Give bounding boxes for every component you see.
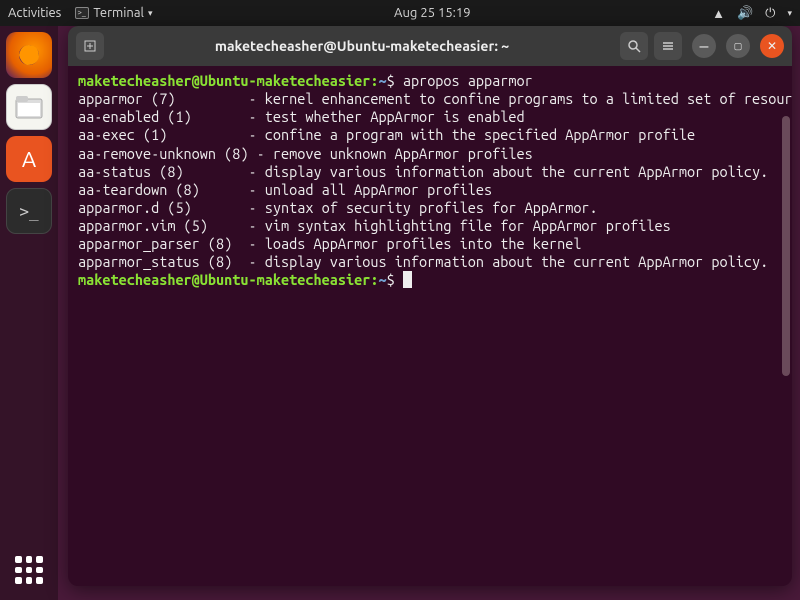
- window-titlebar[interactable]: maketecheasher@Ubuntu-maketecheasier: ~ …: [68, 26, 792, 66]
- scrollbar[interactable]: [782, 116, 790, 376]
- dock-files[interactable]: [6, 84, 52, 130]
- clock[interactable]: Aug 25 15:19: [152, 6, 712, 20]
- network-icon[interactable]: ▲: [712, 6, 725, 21]
- output-line: apparmor.vim (5) - vim syntax highlighti…: [78, 217, 671, 234]
- minimize-button[interactable]: ‒: [692, 34, 716, 58]
- activities-button[interactable]: Activities: [8, 6, 61, 20]
- dock-software[interactable]: A: [6, 136, 52, 182]
- dock: A >_: [0, 26, 58, 600]
- app-menu[interactable]: >_ Terminal ▾: [75, 6, 152, 20]
- prompt-path: ~: [378, 72, 386, 89]
- cursor: [403, 271, 412, 288]
- command-text: apropos apparmor: [403, 72, 533, 89]
- terminal-small-icon: >_: [75, 7, 89, 19]
- prompt-user-host: maketecheasher@Ubuntu-maketecheasier: [78, 72, 370, 89]
- output-line: apparmor_status (8) - display various in…: [78, 253, 768, 270]
- terminal-window: maketecheasher@Ubuntu-maketecheasier: ~ …: [68, 26, 792, 586]
- window-title: maketecheasher@Ubuntu-maketecheasier: ~: [110, 38, 614, 54]
- maximize-button[interactable]: ▢: [726, 34, 750, 58]
- close-button[interactable]: ✕: [760, 34, 784, 58]
- output-line: aa-exec (1) - confine a program with the…: [78, 126, 695, 143]
- output-line: apparmor (7) - kernel enhancement to con…: [78, 90, 792, 107]
- prompt-symbol: $: [387, 72, 395, 89]
- gnome-topbar: Activities >_ Terminal ▾ Aug 25 15:19 ▲ …: [0, 0, 800, 26]
- show-applications-button[interactable]: [9, 550, 49, 590]
- new-tab-button[interactable]: [76, 32, 104, 60]
- prompt-user-host: maketecheasher@Ubuntu-maketecheasier: [78, 271, 370, 288]
- prompt-path: ~: [378, 271, 386, 288]
- app-menu-label: Terminal: [93, 6, 144, 20]
- close-icon: ✕: [767, 39, 777, 53]
- chevron-down-icon[interactable]: ▾: [787, 8, 792, 19]
- volume-icon[interactable]: 🔊: [737, 6, 753, 21]
- dock-terminal[interactable]: >_: [6, 188, 52, 234]
- shopping-bag-icon: A: [22, 147, 36, 172]
- power-icon[interactable]: ⏻: [765, 6, 775, 21]
- output-line: apparmor.d (5) - syntax of security prof…: [78, 199, 598, 216]
- output-line: aa-remove-unknown (8) - remove unknown A…: [78, 145, 533, 162]
- terminal-icon: >_: [19, 202, 38, 221]
- minimize-icon: ‒: [700, 42, 709, 50]
- menu-button[interactable]: [654, 32, 682, 60]
- dock-firefox[interactable]: [6, 32, 52, 78]
- prompt-symbol: $: [387, 271, 395, 288]
- terminal-content[interactable]: maketecheasher@Ubuntu-maketecheasier:~$ …: [68, 66, 792, 586]
- output-line: aa-status (8) - display various informat…: [78, 163, 768, 180]
- maximize-icon: ▢: [734, 41, 743, 52]
- search-button[interactable]: [620, 32, 648, 60]
- output-line: apparmor_parser (8) - loads AppArmor pro…: [78, 235, 581, 252]
- output-line: aa-enabled (1) - test whether AppArmor i…: [78, 108, 525, 125]
- output-line: aa-teardown (8) - unload all AppArmor pr…: [78, 181, 492, 198]
